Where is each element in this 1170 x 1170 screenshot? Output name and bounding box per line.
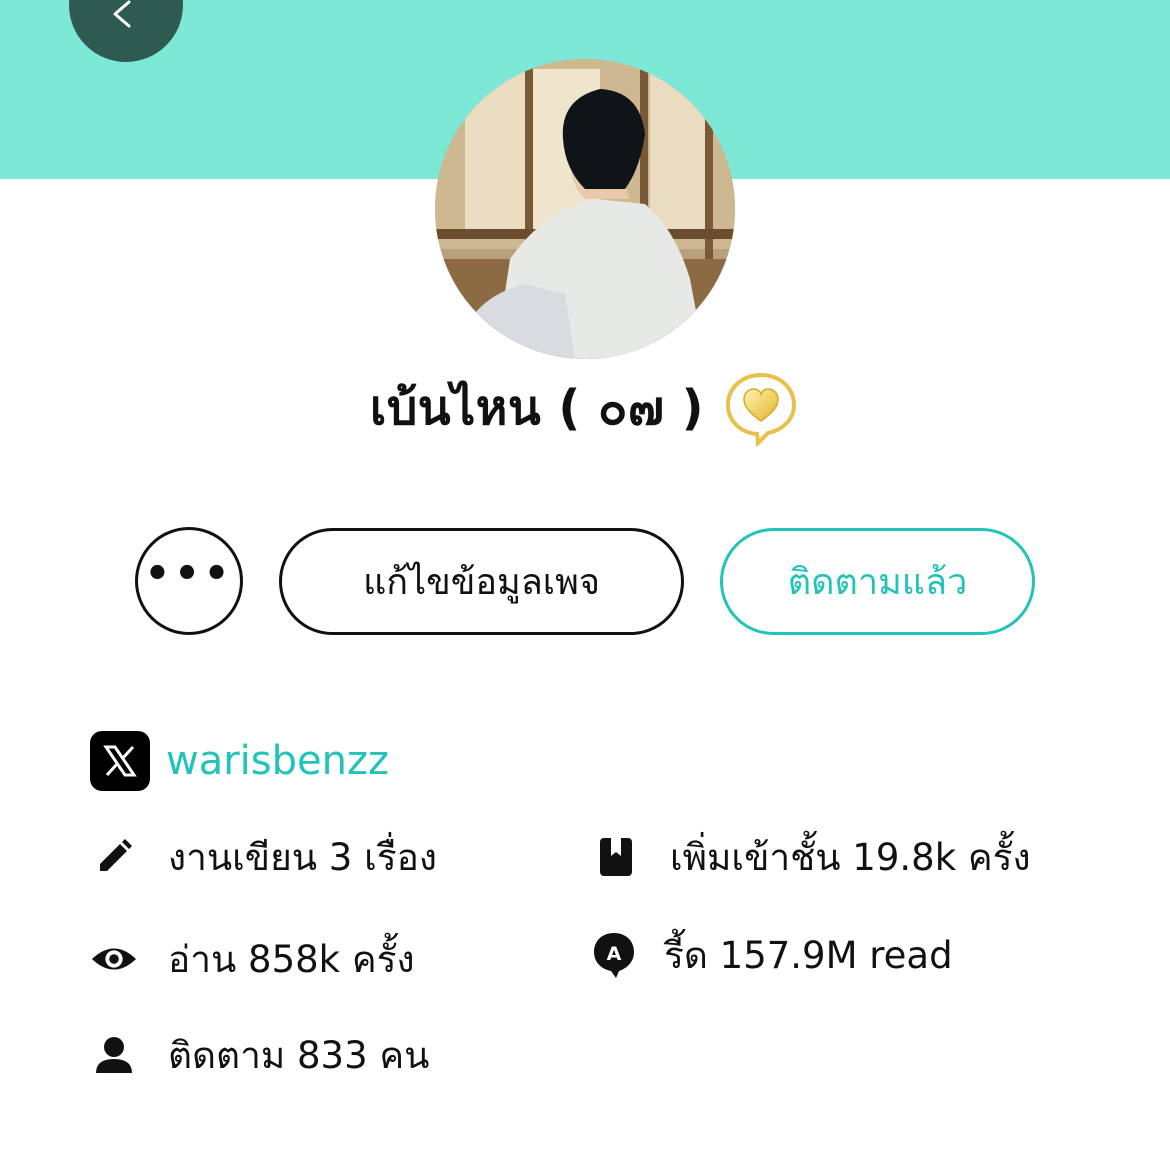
edit-page-button[interactable]: แก้ไขข้อมูลเพจ — [279, 528, 684, 635]
edit-page-label: แก้ไขข้อมูลเพจ — [363, 562, 600, 603]
following-label: ติดตามแล้ว — [787, 562, 968, 603]
stat-views: อ่าน 858k ครั้ง — [90, 929, 415, 989]
svg-text:A: A — [607, 943, 622, 965]
social-handle[interactable]: warisbenzz — [166, 738, 389, 784]
stat-shelf-text: เพิ่มเข้าชั้น 19.8k ครั้ง — [670, 835, 1031, 879]
profile-name: เบ้นไหน ( ๐๗ ) — [369, 380, 705, 436]
stat-works-text: งานเขียน 3 เรื่อง — [168, 835, 437, 879]
read-bubble-icon: A — [590, 931, 638, 979]
stat-shelf: เพิ่มเข้าชั้น 19.8k ครั้ง — [592, 827, 1031, 887]
bookmark-book-icon — [592, 833, 640, 881]
avatar-image — [435, 59, 735, 359]
avatar[interactable] — [435, 59, 735, 359]
stat-followers: ติดตาม 833 คน — [90, 1025, 429, 1085]
stat-works: งานเขียน 3 เรื่อง — [90, 827, 437, 887]
person-icon — [90, 1031, 138, 1079]
chevron-left-icon — [113, 0, 131, 28]
stat-followers-text: ติดตาม 833 คน — [168, 1033, 430, 1077]
stat-reads: A รี้ด 157.9M read — [590, 925, 953, 985]
profile-name-row: เบ้นไหน ( ๐๗ ) — [0, 358, 1170, 458]
eye-icon — [90, 935, 138, 983]
more-dots-icon: ••• — [144, 551, 234, 597]
pencil-icon — [90, 833, 138, 881]
gold-heart-badge-icon — [726, 372, 797, 447]
following-button[interactable]: ติดตามแล้ว — [720, 528, 1035, 635]
stat-reads-text: รี้ด 157.9M read — [664, 933, 953, 977]
more-options-button[interactable]: ••• — [135, 527, 243, 635]
x-logo-icon — [90, 731, 150, 791]
social-link[interactable]: warisbenzz — [90, 731, 389, 791]
stat-views-text: อ่าน 858k ครั้ง — [168, 937, 415, 981]
